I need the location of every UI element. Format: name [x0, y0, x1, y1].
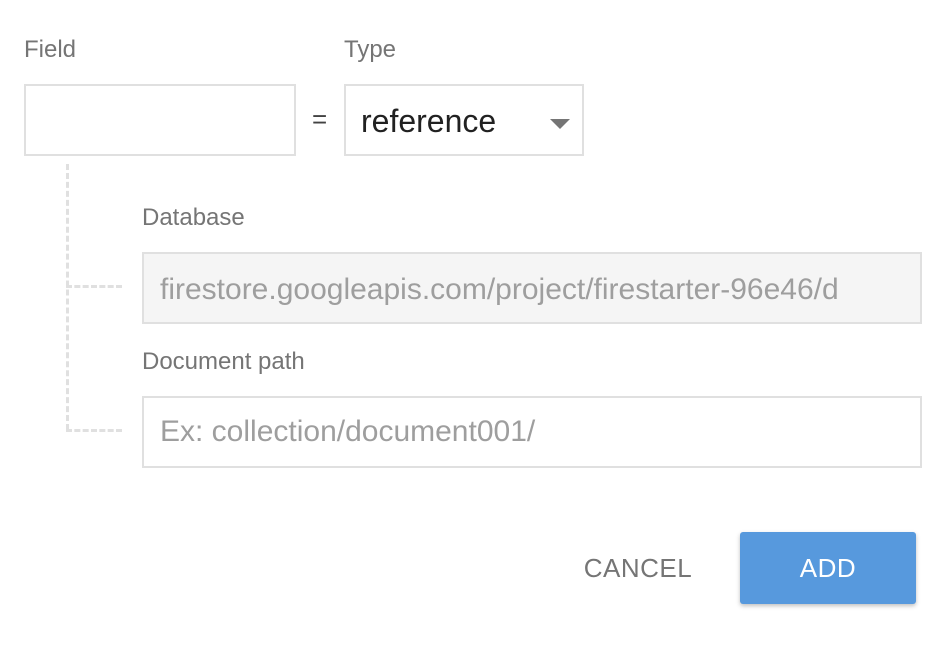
database-label: Database [142, 204, 245, 231]
dropdown-arrow-icon [550, 119, 570, 129]
document-path-input[interactable] [144, 398, 920, 466]
field-input-container[interactable] [24, 84, 296, 156]
database-value: firestore.googleapis.com/project/firesta… [160, 273, 839, 306]
document-path-label: Document path [142, 348, 305, 375]
equals-sign: = [312, 104, 328, 134]
cancel-button[interactable]: CANCEL [570, 532, 706, 604]
database-input: firestore.googleapis.com/project/firesta… [142, 252, 922, 324]
tree-connector-vertical [66, 164, 69, 430]
field-label: Field [24, 36, 77, 63]
document-path-container[interactable] [142, 396, 922, 468]
tree-connector-database [66, 285, 122, 288]
tree-connector-document-path [66, 429, 122, 432]
type-select-value: reference [361, 103, 497, 139]
field-input[interactable] [26, 86, 294, 154]
type-label: Type [344, 36, 397, 63]
type-select[interactable]: reference [344, 84, 584, 156]
add-button[interactable]: ADD [740, 532, 916, 604]
